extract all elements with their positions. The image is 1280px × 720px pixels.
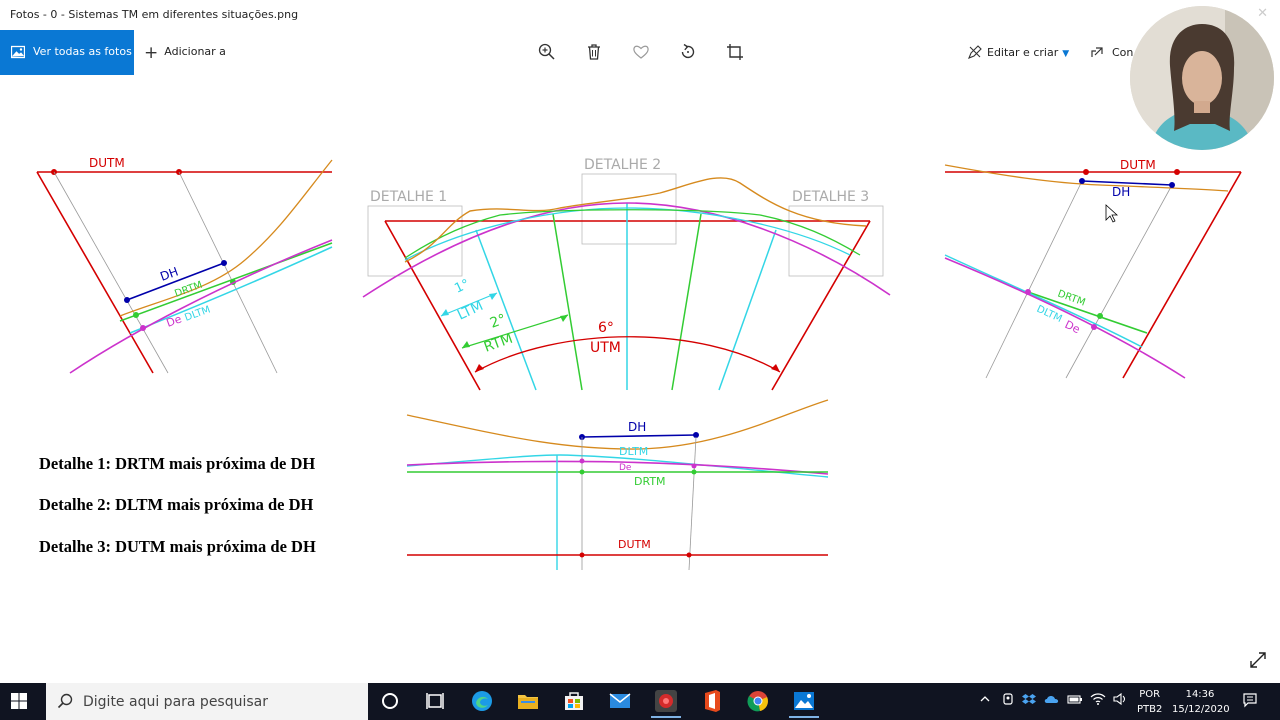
angle-rtm-label: 2° (488, 311, 508, 331)
clock-time: 14:36 (1185, 689, 1215, 700)
cortana-icon[interactable] (378, 689, 402, 713)
share-button[interactable]: Con (1090, 45, 1133, 59)
center-detail-diagram: DETALHE 1 DETALHE 2 DETALHE 3 1° LTM 2° … (362, 157, 891, 391)
search-placeholder: Digite aqui para pesquisar (83, 694, 269, 710)
detail2-label: DETALHE 2 (584, 157, 661, 173)
onedrive-icon[interactable] (1044, 693, 1060, 708)
battery-icon[interactable] (1067, 693, 1083, 708)
ltm-label: LTM (455, 298, 486, 324)
taskbar-clock[interactable]: 14:36 15/12/2020 (1172, 687, 1230, 717)
webcam-overlay (1130, 6, 1274, 150)
angle-ltm-label: 1° (452, 277, 472, 297)
detail1-label: DETALHE 1 (370, 189, 447, 205)
toolbar: Ver todas as fotos + Adicionar a Editar e… (0, 30, 1280, 75)
mail-icon[interactable] (608, 689, 632, 713)
windows-start-icon[interactable] (10, 692, 28, 714)
add-to-label: Adicionar a (164, 45, 226, 58)
search-icon (57, 693, 73, 713)
delete-icon[interactable] (584, 42, 604, 62)
mouse-cursor-icon (1105, 204, 1119, 223)
caption-detail-1: Detalhe 1: DRTM mais próxima de DH (39, 454, 316, 473)
favorite-icon[interactable] (631, 42, 651, 62)
share-icon (1091, 47, 1103, 57)
add-to-button[interactable]: + Adicionar a (144, 43, 226, 63)
image-canvas: DUTM DH DRTM De DLTM DETALHE 1 DETALHE 2… (0, 75, 1280, 683)
plus-icon: + (144, 43, 159, 63)
angle-utm-label: 6° (598, 320, 614, 336)
edit-icon (968, 45, 982, 59)
taskbar: Digite aqui para pesquisar POR PTB2 14:3… (0, 683, 1280, 720)
edge-icon[interactable] (470, 689, 494, 713)
title-bar: Fotos - 0 - Sistemas TM em diferentes si… (0, 0, 1280, 30)
right-detail-diagram: DUTM DH DRTM DLTM De (944, 158, 1242, 379)
left-dutm-label: DUTM (89, 156, 125, 170)
view-all-photos-button[interactable]: Ver todas as fotos (0, 30, 134, 75)
window-title: Fotos - 0 - Sistemas TM em diferentes si… (10, 8, 299, 21)
edit-create-label: Editar e criar (987, 46, 1059, 59)
input-language-indicator[interactable]: POR PTB2 (1137, 687, 1162, 717)
show-hidden-icons-icon[interactable] (979, 693, 991, 708)
crop-icon[interactable] (725, 42, 745, 62)
bottom-dutm-label: DUTM (618, 538, 651, 551)
rotate-icon[interactable] (678, 42, 698, 62)
view-all-photos-label: Ver todas as fotos (33, 45, 132, 58)
left-detail-diagram: DUTM DH DRTM De DLTM (36, 156, 333, 374)
active-app-indicator (651, 716, 681, 718)
detail3-label: DETALHE 3 (792, 189, 869, 205)
taskbar-search-box[interactable]: Digite aqui para pesquisar (46, 683, 368, 720)
photos-app-icon[interactable] (792, 689, 816, 713)
tm-systems-diagram: DUTM DH DRTM De DLTM DETALHE 1 DETALHE 2… (36, 156, 1242, 571)
left-drtm-label: DRTM (173, 280, 204, 300)
expand-icon[interactable] (1248, 650, 1268, 674)
wifi-icon[interactable] (1090, 692, 1106, 709)
caption-detail-3: Detalhe 3: DUTM mais próxima de DH (39, 537, 316, 556)
recorder-app-icon[interactable] (654, 689, 678, 713)
bottom-dltm-label: DLTM (619, 445, 648, 458)
right-dutm-label: DUTM (1120, 158, 1156, 172)
file-explorer-icon[interactable] (516, 689, 540, 713)
volume-icon[interactable] (1112, 692, 1128, 709)
chrome-icon[interactable] (746, 689, 770, 713)
close-button[interactable]: ✕ (1257, 6, 1268, 21)
left-dltm-label: DLTM (183, 304, 212, 323)
right-dh-label: DH (1112, 185, 1130, 199)
right-de-label: De (1063, 318, 1083, 336)
clock-date: 15/12/2020 (1172, 704, 1230, 715)
caption-detail-2: Detalhe 2: DLTM mais próxima de DH (39, 495, 314, 514)
photos-icon (10, 45, 26, 62)
utm-label: UTM (590, 340, 621, 356)
task-view-icon[interactable] (423, 689, 447, 713)
share-label: Con (1112, 46, 1134, 59)
bottom-dh-label: DH (628, 420, 646, 434)
notifications-icon[interactable] (1242, 692, 1258, 711)
presenter-video (1130, 6, 1274, 150)
bottom-de-label: De (619, 463, 632, 473)
bottom-detail-diagram: DH DLTM De DRTM DUTM (406, 399, 829, 571)
bottom-drtm-label: DRTM (634, 475, 666, 488)
edit-create-button[interactable]: Editar e criar ▼ (968, 45, 1069, 59)
office-icon[interactable] (700, 689, 724, 713)
language-label: POR (1139, 689, 1161, 700)
right-drtm-label: DRTM (1056, 288, 1087, 308)
dropbox-icon[interactable] (1022, 692, 1036, 709)
active-app-indicator (789, 716, 819, 718)
rtm-label: RTM (482, 331, 515, 356)
zoom-in-icon[interactable] (537, 42, 557, 62)
store-icon[interactable] (562, 689, 586, 713)
webcam-tray-icon[interactable] (1001, 692, 1015, 709)
chevron-down-icon: ▼ (1062, 49, 1070, 59)
keyboard-layout-label: PTB2 (1137, 704, 1163, 715)
